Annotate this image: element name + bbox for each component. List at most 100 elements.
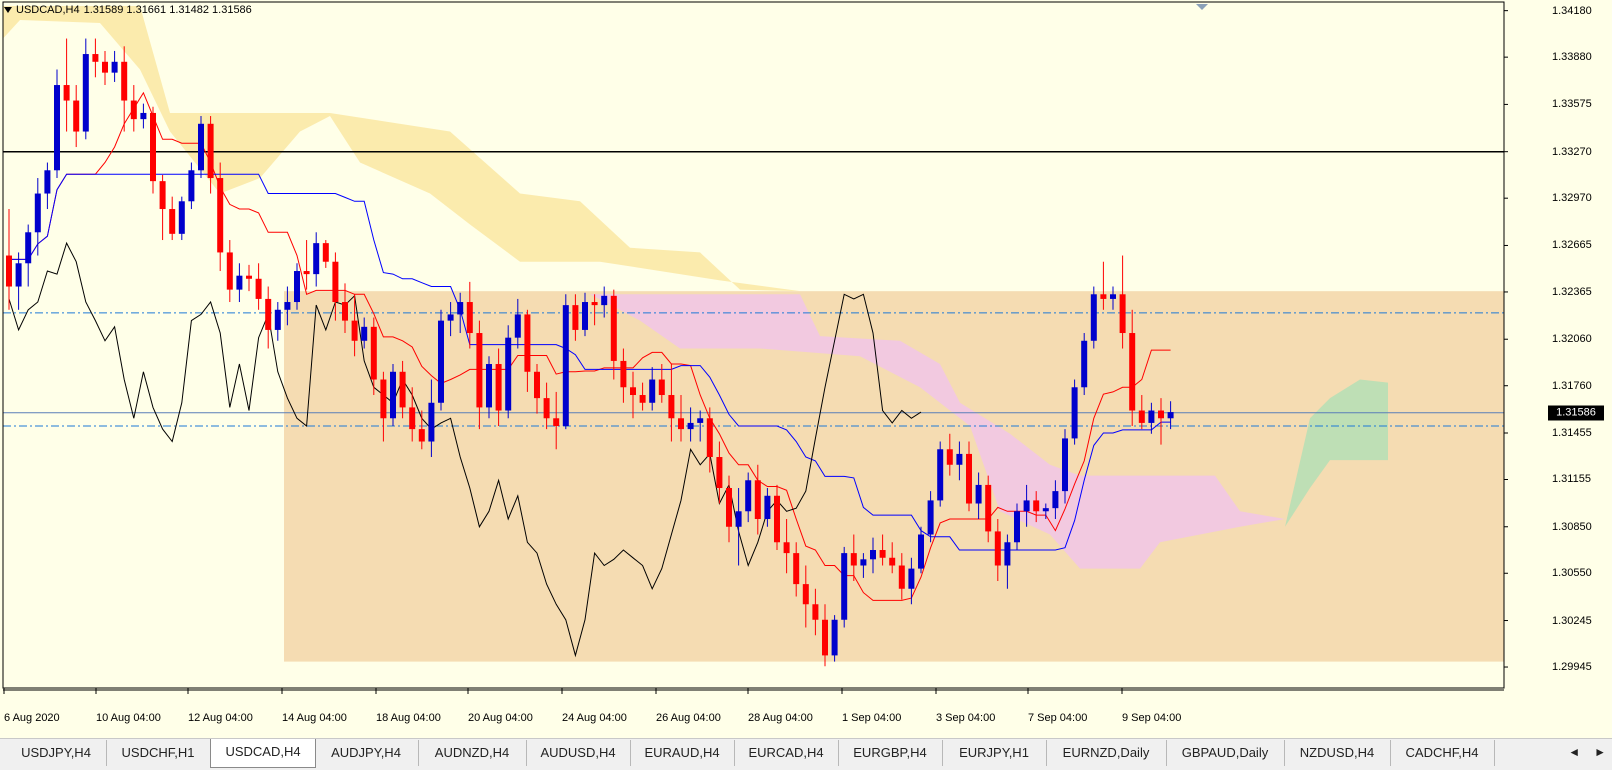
candle-body [399, 371, 406, 408]
price-axis-label: 1.33575 [1552, 98, 1592, 111]
candle-body [649, 379, 656, 403]
tab-euraud-h4[interactable]: EURAUD,H4 [630, 740, 735, 766]
candle-body [716, 457, 723, 489]
chart-window[interactable]: USDCAD,H4 1.31589 1.31661 1.31482 1.3158… [0, 0, 1612, 738]
candle-body [783, 542, 790, 554]
time-axis-label: 1 Sep 04:00 [842, 712, 902, 724]
candle-body [1167, 412, 1174, 419]
candle-body [1158, 410, 1164, 419]
price-axis-label: 1.30550 [1552, 567, 1592, 580]
time-axis-label: 20 Aug 04:00 [468, 712, 533, 724]
candle-body [217, 178, 224, 253]
candle-body [630, 387, 636, 396]
tab-eurcad-h4[interactable]: EURCAD,H4 [734, 740, 839, 766]
candle-body [860, 559, 867, 566]
candle-body [92, 54, 99, 62]
candle-body [6, 255, 12, 287]
candle-body [754, 480, 761, 520]
time-axis-label: 10 Aug 04:00 [96, 712, 161, 724]
tab-audusd-h4[interactable]: AUDUSD,H4 [526, 740, 631, 766]
candle-body [706, 418, 713, 458]
candle-body [495, 364, 502, 411]
candle-body [918, 534, 924, 569]
candle-body [361, 326, 368, 341]
candle-body [543, 398, 550, 419]
candle-body [927, 500, 934, 535]
candle-body [226, 252, 233, 290]
tab-usdcad-h4[interactable]: USDCAD,H4 [210, 739, 316, 768]
price-chart[interactable] [0, 0, 1612, 708]
candle-body [764, 495, 771, 520]
price-axis-label: 1.33880 [1552, 51, 1592, 64]
candle-body [303, 271, 310, 275]
kumo-bear-cloud [3, 6, 800, 292]
price-axis-label: 1.32665 [1552, 239, 1592, 252]
candle-body [284, 302, 291, 310]
time-axis-label: 18 Aug 04:00 [376, 712, 441, 724]
tab-usdchf-h1[interactable]: USDCHF,H1 [106, 740, 211, 766]
tab-eurnzd-daily[interactable]: EURNZD,Daily [1046, 740, 1167, 766]
candle-body [1100, 294, 1107, 299]
candle-body [1119, 294, 1126, 334]
candle-body [236, 275, 243, 290]
tab-eurgbp-h4[interactable]: EURGBP,H4 [838, 740, 943, 766]
candle-body [620, 360, 627, 388]
ohlc-values: 1.31589 1.31661 1.31482 1.31586 [83, 4, 252, 16]
candle-body [1052, 491, 1059, 509]
candle-body [332, 261, 339, 303]
price-axis-label: 1.33270 [1552, 145, 1592, 158]
candle-body [505, 337, 512, 411]
price-axis-label: 1.32060 [1552, 333, 1592, 346]
candle-body [246, 275, 252, 279]
candle-body [735, 511, 742, 527]
candle-body [1071, 387, 1078, 439]
candle-body [486, 364, 492, 408]
scroll-right-icon[interactable]: ► [1594, 745, 1606, 759]
candle-body [831, 619, 838, 656]
candle-body [889, 557, 896, 566]
tab-cadchf-h4[interactable]: CADCHF,H4 [1390, 740, 1495, 766]
candle-body [966, 453, 972, 504]
candle-body [390, 371, 396, 419]
candle-body [1033, 500, 1040, 512]
candle-body [956, 453, 963, 465]
tab-gbpaud-daily[interactable]: GBPAUD,Daily [1166, 740, 1285, 766]
candle-body [879, 550, 886, 558]
candle-body [188, 170, 195, 202]
candle-body [639, 395, 646, 403]
tab-nzdusd-h4[interactable]: NZDUSD,H4 [1284, 740, 1391, 766]
tab-audnzd-h4[interactable]: AUDNZD,H4 [418, 740, 527, 766]
candle-body [1042, 508, 1049, 512]
tab-audjpy-h4[interactable]: AUDJPY,H4 [314, 740, 419, 766]
candle-body [1081, 340, 1088, 388]
tab-eurjpy-h1[interactable]: EURJPY,H1 [942, 740, 1047, 766]
candle-body [322, 243, 329, 262]
candle-body [159, 181, 166, 210]
candle-body [198, 123, 204, 171]
candle-body [44, 170, 51, 194]
candle-body [1090, 294, 1097, 341]
candle-body [841, 553, 848, 620]
scroll-left-icon[interactable]: ◄ [1568, 745, 1580, 759]
candle-body [466, 302, 473, 334]
candle-body [1129, 333, 1136, 411]
price-axis-label: 1.30245 [1552, 614, 1592, 627]
chart-tab-bar: USDJPY,H4 USDCHF,H1 USDCAD,H4 AUDJPY,H4 AUDN… [0, 738, 1612, 770]
candle-body [610, 295, 617, 361]
candle-body [946, 449, 953, 465]
time-axis-label: 12 Aug 04:00 [188, 712, 253, 724]
candle-body [54, 85, 60, 171]
tab-usdjpy-h4[interactable]: USDJPY,H4 [6, 740, 107, 766]
candle-body [380, 379, 387, 419]
price-axis-label: 1.34180 [1552, 4, 1592, 17]
dropdown-triangle-icon[interactable] [4, 7, 12, 13]
price-axis-label: 1.32365 [1552, 285, 1592, 298]
candle-body [687, 422, 694, 430]
candle-body [1110, 294, 1116, 299]
candle-body [130, 100, 137, 120]
candle-body [975, 484, 982, 504]
candle-body [1014, 511, 1020, 543]
candle-body [937, 449, 944, 501]
candle-body [898, 565, 905, 589]
price-axis: 1.34180 1.33880 1.33575 1.33270 1.32970 1.326… [1548, 0, 1612, 708]
